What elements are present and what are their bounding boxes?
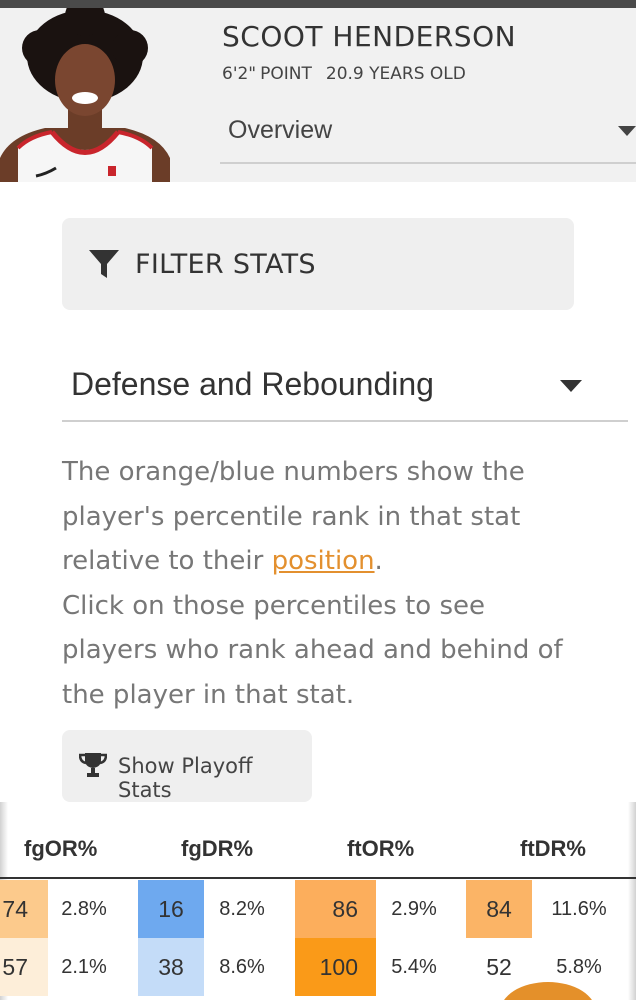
header-fgdr: fgDR% (181, 836, 254, 861)
stat-value-cell: 11.6% (551, 897, 607, 920)
player-photo (0, 8, 170, 182)
stat-value-cell: 8.2% (219, 897, 265, 920)
stat-value-cell: 5.4% (391, 955, 437, 978)
stat-value-cell: 2.8% (61, 897, 107, 920)
percentile-cell[interactable]: 57 (0, 938, 48, 996)
stat-value-cell: 2.9% (391, 897, 437, 920)
header-fgor: fgOR% (24, 836, 98, 861)
stat-value-cell: 8.6% (219, 955, 265, 978)
percentile-cell[interactable]: 84 (466, 880, 532, 938)
table-header-divider (0, 877, 636, 879)
view-dropdown-value: Overview (228, 116, 333, 144)
header-ftdr: ftDR% (520, 836, 586, 861)
player-name: SCOOT HENDERSON (222, 20, 517, 53)
filter-icon (88, 248, 120, 285)
scroll-shadow-right (628, 802, 636, 1000)
percentile-cell[interactable]: 86 (295, 880, 376, 938)
show-playoff-stats-label: Show Playoff Stats (118, 754, 253, 802)
percentile-cell[interactable]: 38 (138, 938, 204, 996)
top-bar (0, 0, 636, 8)
player-position: POINT (260, 64, 312, 84)
header-ftor: ftOR% (347, 836, 415, 861)
player-age: 20.9 YEARS OLD (325, 64, 466, 84)
description-text-1-end: . (374, 546, 383, 576)
chevron-down-icon (560, 380, 582, 392)
position-link[interactable]: position (272, 546, 375, 576)
trophy-icon (78, 752, 108, 783)
stat-category-dropdown[interactable]: Defense and Rebounding (62, 352, 628, 422)
percentile-cell[interactable]: 100 (295, 938, 376, 996)
chevron-down-icon (618, 126, 636, 136)
percentile-description: The orange/blue numbers show the player'… (62, 450, 582, 717)
filter-stats-button[interactable]: FILTER STATS (62, 218, 574, 310)
view-dropdown[interactable]: Overview (220, 104, 636, 164)
player-height: 6'2" (222, 64, 257, 84)
stat-category-value: Defense and Rebounding (71, 366, 434, 402)
stat-value-cell: 2.1% (61, 955, 107, 978)
player-meta: 6'2" POINT 20.9 YEARS OLD (222, 64, 466, 84)
show-playoff-stats-button[interactable]: Show Playoff Stats (62, 730, 312, 802)
filter-stats-label: FILTER STATS (135, 249, 316, 280)
percentile-cell[interactable]: 74 (0, 880, 48, 938)
percentile-cell[interactable]: 16 (138, 880, 204, 938)
description-text-2: Click on those percentiles to see player… (62, 590, 563, 710)
